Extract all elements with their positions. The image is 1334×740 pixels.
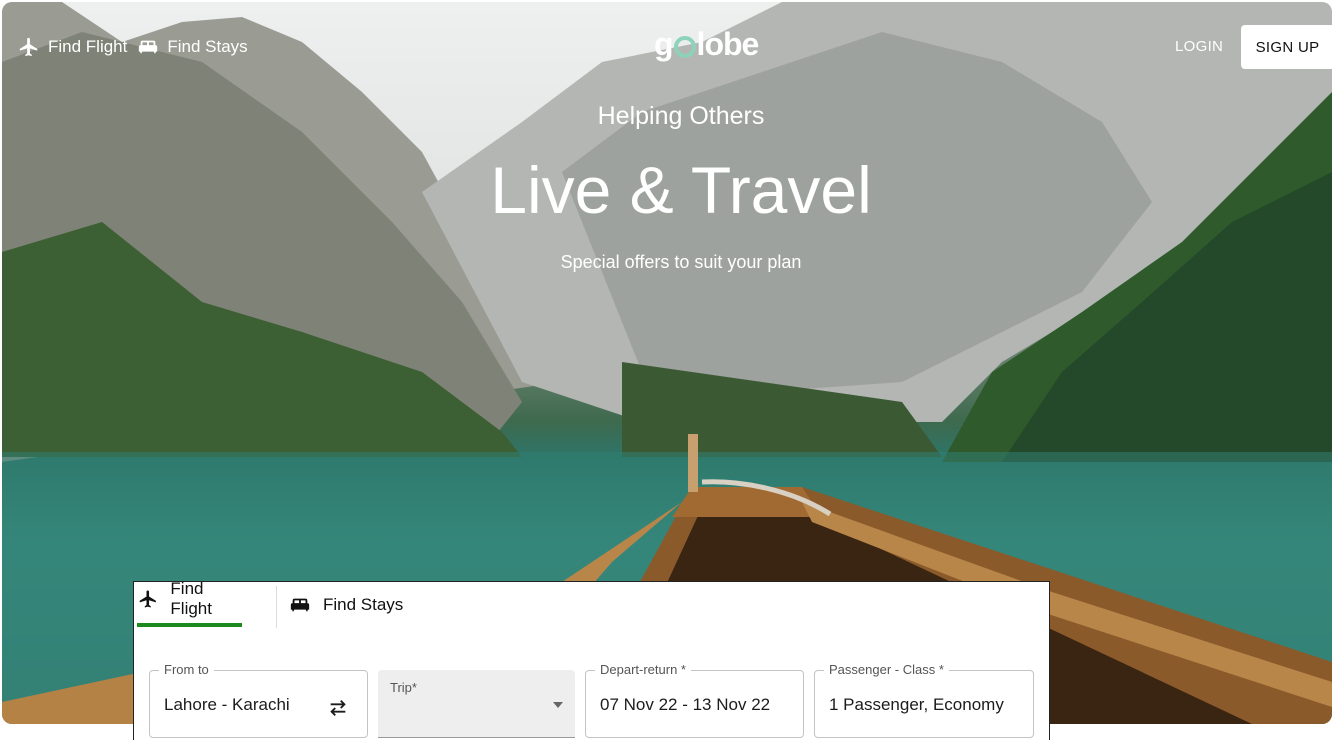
logo-suffix: lobe <box>696 26 760 62</box>
tab-find-flight[interactable]: Find Flight <box>137 576 244 622</box>
nav-find-flight-label: Find Flight <box>48 37 128 56</box>
bed-icon <box>290 598 310 612</box>
brand-logo[interactable]: g lobe <box>654 26 760 63</box>
from-to-value: Lahore - Karachi <box>164 695 290 714</box>
from-to-field[interactable]: From to Lahore - Karachi <box>149 662 368 738</box>
nav-find-stays-label: Find Stays <box>167 37 248 56</box>
from-to-label: From to <box>159 662 214 677</box>
airplane-icon <box>19 37 38 57</box>
trip-select[interactable]: Trip* <box>378 670 575 738</box>
passenger-class-field[interactable]: Passenger - Class * 1 Passenger, Economy <box>814 662 1034 738</box>
signup-button[interactable]: SIGN UP <box>1241 25 1334 69</box>
search-card: Find Flight Find Stays From to Lahore - … <box>133 579 1050 740</box>
hero-title: Live & Travel <box>490 153 872 227</box>
airplane-icon <box>139 590 156 608</box>
tab-find-stays-label: Find Stays <box>323 595 404 614</box>
dropdown-arrow-icon <box>553 702 563 708</box>
login-button[interactable]: LOGIN <box>1175 38 1223 55</box>
depart-return-label: Depart-return * <box>595 662 691 677</box>
bed-icon <box>139 40 158 54</box>
logo-prefix: g <box>654 26 674 62</box>
swap-icon[interactable] <box>327 697 349 719</box>
passenger-class-value: 1 Passenger, Economy <box>829 695 1004 714</box>
tab-divider <box>276 586 277 628</box>
tab-find-stays[interactable]: Find Stays <box>289 582 403 628</box>
active-tab-indicator <box>137 623 242 627</box>
top-nav-links: Find Flight Find Stays <box>18 36 248 58</box>
search-tabs: Find Flight Find Stays <box>134 579 1049 628</box>
hero-subtitle: Helping Others <box>597 102 765 130</box>
nav-find-stays[interactable]: Find Stays <box>137 36 248 58</box>
logo-pin-icon <box>673 35 696 58</box>
depart-return-value: 07 Nov 22 - 13 Nov 22 <box>600 695 771 714</box>
tab-find-flight-label: Find Flight <box>170 579 212 618</box>
passenger-class-label: Passenger - Class * <box>824 662 949 677</box>
depart-return-field[interactable]: Depart-return * 07 Nov 22 - 13 Nov 22 <box>585 662 804 738</box>
nav-find-flight[interactable]: Find Flight <box>18 36 127 58</box>
hero-offer-text: Special offers to suit your plan <box>560 252 802 272</box>
trip-label: Trip* <box>390 680 417 695</box>
